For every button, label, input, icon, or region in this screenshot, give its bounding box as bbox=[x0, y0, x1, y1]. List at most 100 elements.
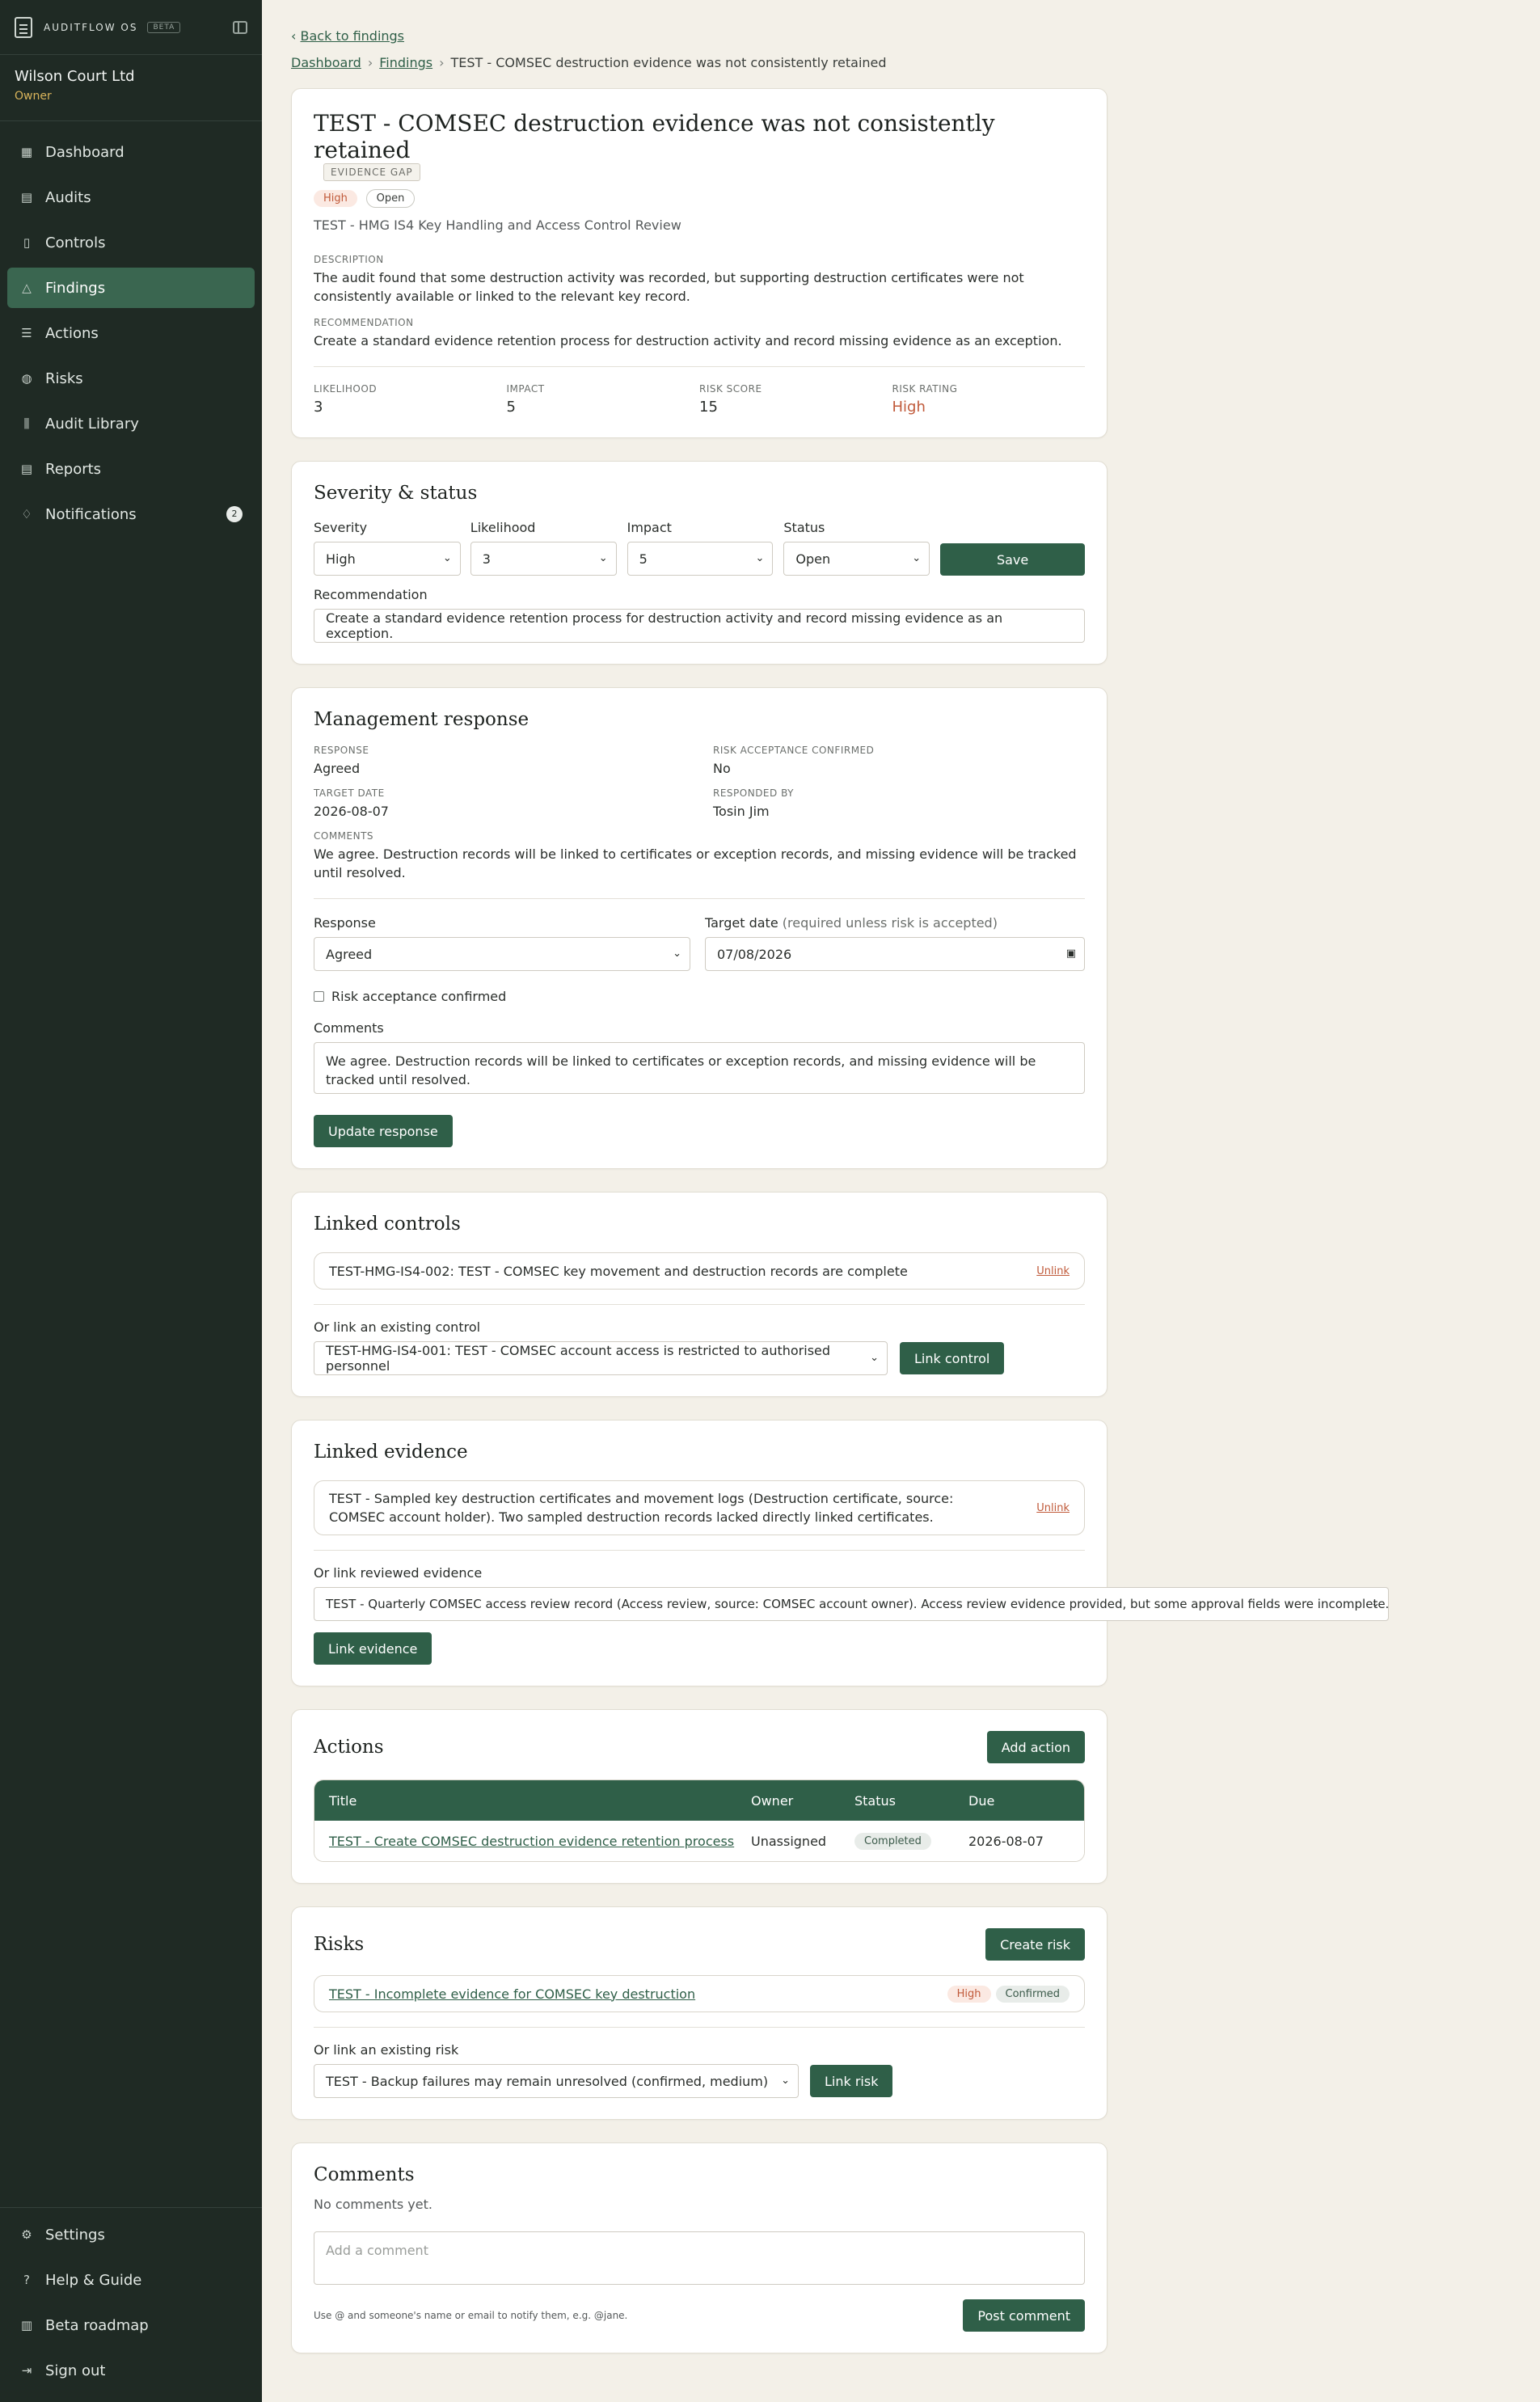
link-control-button[interactable]: Link control bbox=[900, 1342, 1005, 1374]
sidebar-item-actions[interactable]: ☰ Actions bbox=[7, 313, 255, 353]
create-risk-button[interactable]: Create risk bbox=[985, 1928, 1085, 1961]
risk-acceptance-value: No bbox=[713, 761, 731, 776]
linked-control-text: TEST-HMG-IS4-002: TEST - COMSEC key move… bbox=[329, 1263, 908, 1279]
section-title: Risks bbox=[314, 1934, 365, 1955]
finding-summary-card: TEST - COMSEC destruction evidence was n… bbox=[291, 88, 1108, 438]
bell-icon: ♢ bbox=[21, 507, 32, 521]
sidebar-item-findings[interactable]: △ Findings bbox=[7, 268, 255, 308]
actions-table: Title Owner Status Due TEST - Create COM… bbox=[314, 1779, 1085, 1862]
description-label: DESCRIPTION bbox=[314, 254, 384, 265]
comment-input[interactable]: Add a comment bbox=[314, 2231, 1085, 2285]
finding-type-badge: EVIDENCE GAP bbox=[323, 163, 420, 181]
org-switcher[interactable]: Wilson Court Ltd Owner bbox=[0, 55, 262, 121]
link-evidence-label: Or link reviewed evidence bbox=[314, 1565, 483, 1581]
update-response-button[interactable]: Update response bbox=[314, 1115, 453, 1147]
chevron-right-icon: › bbox=[439, 55, 445, 70]
target-date-field-label: Target date (required unless risk is acc… bbox=[705, 915, 998, 931]
actions-card: Actions Add action Title Owner Status Du… bbox=[291, 1709, 1108, 1884]
divider bbox=[314, 898, 1085, 899]
status-label: Status bbox=[783, 520, 825, 535]
chevron-down-icon: ⌄ bbox=[598, 552, 608, 564]
comments-textarea[interactable]: We agree. Destruction records will be li… bbox=[314, 1042, 1085, 1094]
back-link[interactable]: ‹ Back to findings bbox=[291, 28, 1108, 44]
clipboard-icon: ▤ bbox=[20, 190, 33, 205]
link-evidence-button[interactable]: Link evidence bbox=[314, 1632, 432, 1665]
comments-field-label: Comments bbox=[314, 1020, 384, 1036]
likelihood-value: 3 bbox=[314, 399, 323, 416]
recommendation-field[interactable]: Create a standard evidence retention pro… bbox=[314, 609, 1085, 643]
unlink-evidence-button[interactable]: Unlink bbox=[1023, 1499, 1070, 1518]
breadcrumb-findings[interactable]: Findings bbox=[379, 55, 432, 70]
comment-hint: Use @ and someone's name or email to not… bbox=[314, 2310, 628, 2321]
sidebar-item-settings[interactable]: ⚙ Settings bbox=[7, 2214, 255, 2255]
org-role: Owner bbox=[15, 90, 52, 103]
book-icon: ▯ bbox=[23, 235, 31, 250]
column-header-title: Title bbox=[329, 1792, 357, 1809]
response-field-label: Response bbox=[314, 915, 376, 931]
status-select[interactable]: Open ⌄ bbox=[783, 542, 930, 576]
page-title: TEST - COMSEC destruction evidence was n… bbox=[314, 110, 995, 163]
impact-label: IMPACT bbox=[506, 383, 545, 395]
section-title: Linked evidence bbox=[314, 1442, 468, 1463]
sidebar-item-notifications[interactable]: ♢ Notifications 2 bbox=[7, 494, 255, 534]
sidebar-item-help[interactable]: ? Help & Guide bbox=[7, 2260, 255, 2300]
sidebar-item-audits[interactable]: ▤ Audits bbox=[7, 177, 255, 217]
action-title-link[interactable]: TEST - Create COMSEC destruction evidenc… bbox=[329, 1834, 734, 1849]
linked-evidence-text: TEST - Sampled key destruction certifica… bbox=[329, 1491, 954, 1525]
control-select[interactable]: TEST-HMG-IS4-001: TEST - COMSEC account … bbox=[314, 1341, 888, 1375]
sidebar-item-risks[interactable]: ◍ Risks bbox=[7, 358, 255, 399]
divider bbox=[314, 1550, 1085, 1551]
post-comment-button[interactable]: Post comment bbox=[963, 2299, 1085, 2332]
chevron-right-icon: › bbox=[367, 55, 373, 70]
likelihood-select[interactable]: 3 ⌄ bbox=[470, 542, 617, 576]
chevron-down-icon: ⌄ bbox=[442, 552, 452, 564]
warning-icon: △ bbox=[22, 281, 32, 295]
collapse-sidebar-icon[interactable] bbox=[233, 20, 247, 34]
sidebar-item-label: Audit Library bbox=[45, 415, 139, 433]
linked-evidence-item: TEST - Sampled key destruction certifica… bbox=[314, 1480, 1085, 1535]
risk-select[interactable]: TEST - Backup failures may remain unreso… bbox=[314, 2064, 799, 2098]
linked-risk-link[interactable]: TEST - Incomplete evidence for COMSEC ke… bbox=[329, 1986, 695, 2002]
unlink-control-button[interactable]: Unlink bbox=[1023, 1265, 1070, 1277]
section-title: Severity & status bbox=[314, 483, 478, 504]
sidebar-nav: ▦ Dashboard ▤ Audits ▯ Controls △ Findings ☰… bbox=[0, 121, 262, 550]
sidebar-item-label: Dashboard bbox=[45, 143, 124, 161]
sidebar-item-label: Sign out bbox=[45, 2362, 106, 2379]
severity-select[interactable]: High ⌄ bbox=[314, 542, 461, 576]
column-header-owner: Owner bbox=[751, 1792, 794, 1809]
risk-metrics: LIKELIHOOD 3 IMPACT 5 RISK SCORE 15 RISK RA… bbox=[314, 383, 1085, 416]
risk-acceptance-checkbox[interactable] bbox=[314, 991, 324, 1002]
risk-acceptance-checkbox-row[interactable]: Risk acceptance confirmed bbox=[314, 989, 1085, 1004]
linked-control-item: TEST-HMG-IS4-002: TEST - COMSEC key move… bbox=[314, 1252, 1085, 1290]
impact-select[interactable]: 5 ⌄ bbox=[627, 542, 774, 576]
management-response-card: Management response RESPONSE Agreed RISK … bbox=[291, 687, 1108, 1169]
linked-risk-item: TEST - Incomplete evidence for COMSEC ke… bbox=[314, 1975, 1085, 2012]
sidebar-item-label: Help & Guide bbox=[45, 2271, 142, 2289]
breadcrumb-dashboard[interactable]: Dashboard bbox=[291, 55, 361, 70]
sidebar-item-sign-out[interactable]: ⇥ Sign out bbox=[7, 2350, 255, 2391]
response-select[interactable]: Agreed ⌄ bbox=[314, 937, 690, 971]
sidebar-item-dashboard[interactable]: ▦ Dashboard bbox=[7, 132, 255, 172]
table-header: Title Owner Status Due bbox=[314, 1780, 1084, 1821]
target-date-input[interactable]: 07/08/2026 ▣ bbox=[705, 937, 1085, 971]
likelihood-label: Likelihood bbox=[470, 520, 536, 535]
org-name: Wilson Court Ltd bbox=[15, 68, 135, 85]
calendar-icon[interactable]: ▣ bbox=[1066, 948, 1076, 960]
sidebar-item-reports[interactable]: ▤ Reports bbox=[7, 449, 255, 489]
sidebar-item-roadmap[interactable]: ▥ Beta roadmap bbox=[7, 2305, 255, 2345]
link-risk-button[interactable]: Link risk bbox=[810, 2065, 893, 2097]
response-value: Agreed bbox=[314, 761, 361, 776]
severity-label: Severity bbox=[314, 520, 368, 535]
brand-name: AUDITFLOW OS bbox=[44, 21, 138, 33]
recommendation-label: RECOMMENDATION bbox=[314, 317, 414, 328]
evidence-select[interactable]: TEST - Quarterly COMSEC access review re… bbox=[314, 1587, 1389, 1621]
notification-count-badge: 2 bbox=[226, 506, 243, 522]
save-button[interactable]: Save bbox=[940, 543, 1086, 576]
sidebar-item-audit-library[interactable]: ⫼ Audit Library bbox=[7, 403, 255, 444]
report-icon: ▤ bbox=[20, 462, 33, 476]
add-action-button[interactable]: Add action bbox=[986, 1731, 1085, 1763]
severity-status-card: Severity & status Severity High ⌄ Likeliho… bbox=[291, 461, 1108, 665]
sidebar-item-controls[interactable]: ▯ Controls bbox=[7, 222, 255, 263]
section-title: Linked controls bbox=[314, 1214, 461, 1235]
responded-by-label: RESPONDED BY bbox=[713, 787, 794, 799]
